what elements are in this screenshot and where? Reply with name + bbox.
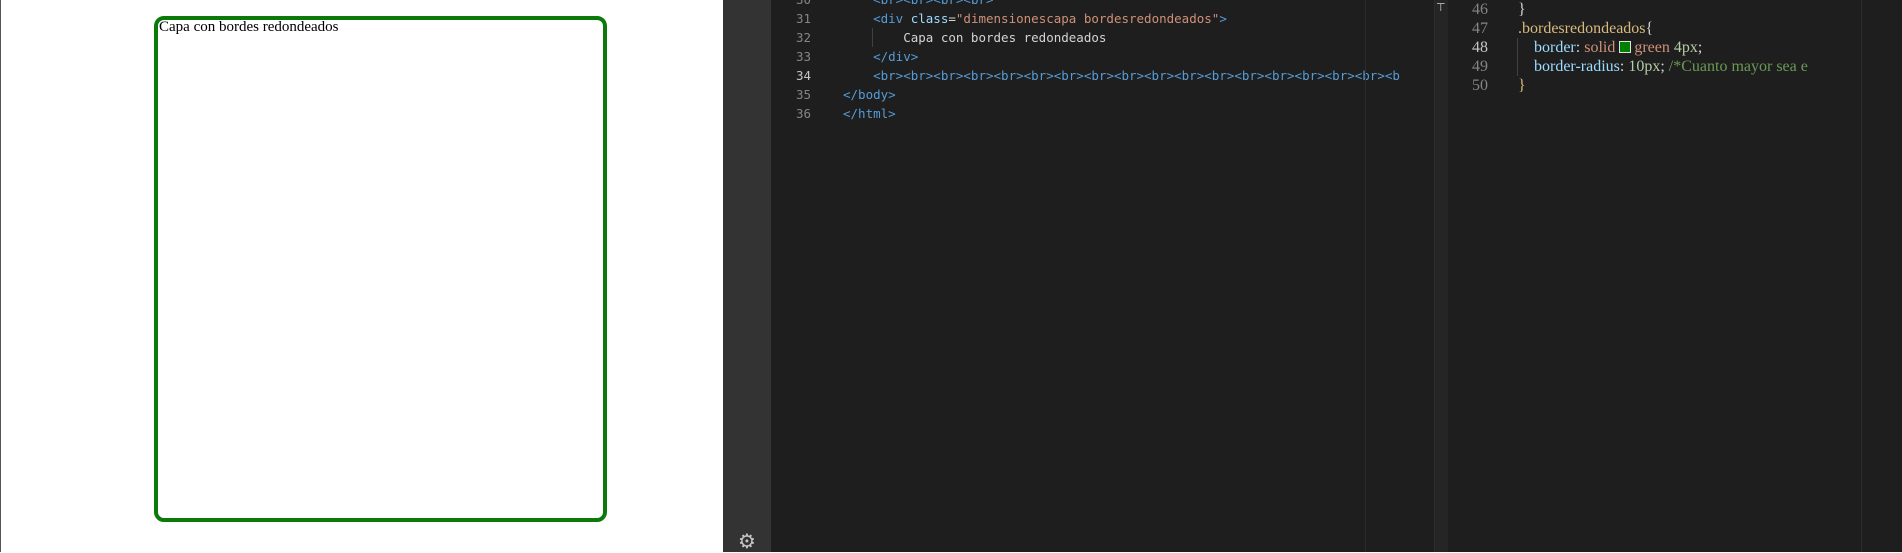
code-text: </div> <box>843 49 919 64</box>
line-number: 48 <box>1472 39 1488 56</box>
code-line[interactable]: 47 .bordesredondeados{ <box>1448 19 1862 38</box>
pin-icon[interactable]: ⊤ <box>1436 2 1446 14</box>
html-editor-pane[interactable]: 30 <br><br><br><br>31 <div class="dimens… <box>771 0 1414 552</box>
code-text: border: solid green 4px; <box>1518 39 1703 56</box>
line-number: 32 <box>795 30 811 45</box>
code-line[interactable]: 35 </body> <box>771 85 1414 104</box>
code-text: } <box>1518 1 1526 18</box>
gear-icon[interactable]: ⚙ <box>736 530 758 552</box>
code-line[interactable]: 33 </div> <box>771 47 1414 66</box>
code-line[interactable]: 30 <br><br><br><br> <box>771 0 1414 9</box>
rounded-border-box <box>154 16 607 522</box>
browser-preview: Capa con bordes redondeados <box>0 0 723 552</box>
code-line[interactable]: 48 border: solid green 4px; <box>1448 38 1862 57</box>
minimap <box>1861 0 1902 552</box>
code-line[interactable]: 46} <box>1448 0 1862 19</box>
editor-group-gutter <box>1434 0 1449 552</box>
css-editor-pane[interactable]: 46} 47 .bordesredondeados{48 border: solid… <box>1448 0 1862 552</box>
code-line[interactable]: 49 border-radius: 10px; /*Cuanto mayor s… <box>1448 57 1862 76</box>
code-text: </html> <box>843 106 896 121</box>
box-text: Capa con bordes redondeados <box>159 19 339 35</box>
line-number: 36 <box>795 106 811 121</box>
code-text: </body> <box>843 87 896 102</box>
line-number: 50 <box>1472 77 1488 94</box>
line-number: 34 <box>795 68 811 83</box>
code-text: .bordesredondeados{ <box>1518 20 1654 37</box>
line-number: 31 <box>795 11 811 26</box>
indent-guide <box>872 28 873 47</box>
code-text: <br><br><br><br> <box>843 0 993 9</box>
code-text: <div class="dimensionescapa bordesredond… <box>843 11 1227 26</box>
activity-bar: ⚙ <box>723 0 771 552</box>
line-number: 30 <box>771 0 811 9</box>
color-swatch[interactable] <box>1619 41 1632 53</box>
code-line[interactable]: 34 <br><br><br><br><br><br><br><br><br><… <box>771 66 1414 85</box>
editor-split-divider[interactable] <box>1365 0 1366 552</box>
line-number: 33 <box>795 49 811 64</box>
indent-guide <box>1517 38 1518 76</box>
line-number: 35 <box>795 87 811 102</box>
code-text: border-radius: 10px; /*Cuanto mayor sea … <box>1518 58 1808 75</box>
code-text: } <box>1518 77 1526 94</box>
code-line[interactable]: 31 <div class="dimensionescapa bordesred… <box>771 9 1414 28</box>
code-line[interactable]: 32 Capa con bordes redondeados <box>771 28 1414 47</box>
line-number: 46 <box>1472 1 1488 18</box>
code-text: Capa con bordes redondeados <box>843 30 1107 45</box>
line-number: 49 <box>1472 58 1488 75</box>
line-number: 47 <box>1472 20 1488 37</box>
code-text: <br><br><br><br><br><br><br><br><br><br>… <box>843 68 1400 83</box>
code-line[interactable]: 50} <box>1448 76 1862 95</box>
code-line[interactable]: 36 </html> <box>771 104 1414 123</box>
